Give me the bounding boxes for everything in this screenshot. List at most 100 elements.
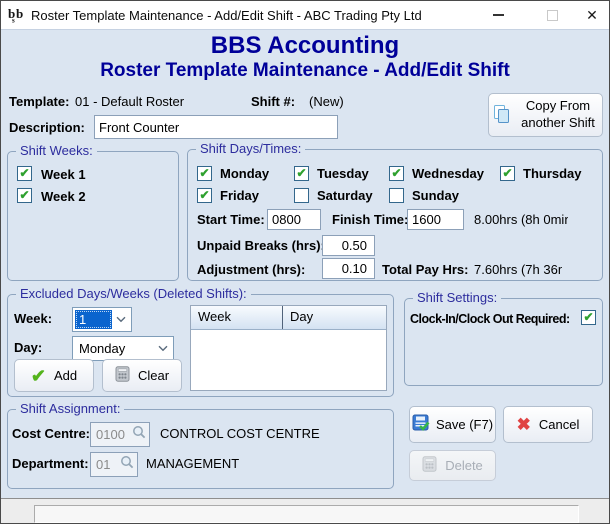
app-icon: b b s: [8, 6, 26, 28]
clock-in-out-checkbox[interactable]: [581, 310, 596, 325]
add-check-icon: ✔: [31, 367, 46, 385]
cost-centre-lookup[interactable]: 0100: [90, 422, 150, 447]
save-icon: [412, 414, 430, 435]
cancel-button[interactable]: ✖ Cancel: [503, 406, 593, 443]
svg-text:b: b: [16, 6, 23, 21]
department-lookup[interactable]: 01: [90, 452, 138, 477]
minimize-button[interactable]: [484, 1, 512, 29]
shift-number-label: Shift #:: [251, 94, 295, 109]
template-label: Template:: [9, 94, 69, 109]
wednesday-checkbox[interactable]: [389, 166, 404, 181]
clear-button-label: Clear: [138, 368, 169, 383]
days-row-2: Friday Saturday Sunday: [188, 187, 602, 204]
thursday-label: Thursday: [523, 166, 582, 181]
window-title: Roster Template Maintenance - Add/Edit S…: [31, 8, 422, 23]
delete-icon: [422, 456, 437, 475]
shift-weeks-title: Shift Weeks:: [16, 143, 97, 158]
copy-from-shift-button[interactable]: Copy From another Shift: [488, 93, 603, 137]
excluded-table-header: Week Day: [191, 306, 386, 330]
clear-icon: [115, 366, 130, 385]
thursday-checkbox[interactable]: [500, 166, 515, 181]
shift-days-times-title: Shift Days/Times:: [196, 141, 305, 156]
save-button[interactable]: Save (F7): [409, 406, 496, 443]
exclude-day-value: Monday: [79, 341, 125, 356]
cancel-x-icon: ✖: [517, 416, 531, 433]
finish-time-label: Finish Time:: [332, 212, 408, 227]
exclude-day-select[interactable]: Monday: [72, 336, 174, 361]
cost-centre-label: Cost Centre:: [12, 426, 90, 441]
exclude-week-label: Week:: [14, 311, 52, 326]
total-pay-label: Total Pay Hrs:: [382, 262, 468, 277]
template-value: 01 - Default Roster: [75, 94, 184, 109]
cost-centre-name: CONTROL COST CENTRE: [160, 426, 320, 441]
delete-button-label: Delete: [445, 458, 483, 473]
monday-checkbox[interactable]: [197, 166, 212, 181]
week2-label: Week 2: [41, 189, 86, 204]
friday-label: Friday: [220, 188, 259, 203]
total-pay-text: 7.60hrs (7h 36min): [474, 262, 562, 277]
monday-label: Monday: [220, 166, 269, 181]
delete-button[interactable]: Delete: [409, 450, 496, 481]
adjustment-input[interactable]: [322, 258, 375, 279]
shift-weeks-group: Shift Weeks: Week 1 Week 2: [7, 151, 179, 281]
days-row-1: Monday Tuesday Wednesday Thursday: [188, 165, 602, 182]
week2-checkbox[interactable]: [17, 188, 32, 203]
description-input[interactable]: [94, 115, 338, 139]
app-title: BBS Accounting: [1, 32, 609, 60]
magnifier-icon[interactable]: [120, 455, 134, 474]
saturday-label: Saturday: [317, 188, 373, 203]
department-code: 01: [96, 457, 110, 472]
exclude-week-select[interactable]: 1: [72, 307, 132, 332]
cost-centre-code: 0100: [96, 427, 125, 442]
chevron-down-icon: [158, 338, 168, 356]
maximize-icon: [547, 10, 558, 21]
excluded-shifts-table[interactable]: Week Day: [190, 305, 387, 391]
clock-in-out-label: Clock-In/Clock Out Required:: [410, 312, 570, 326]
description-label: Description:: [9, 120, 85, 135]
chevron-down-icon: [116, 309, 126, 327]
start-time-input[interactable]: [267, 209, 321, 230]
saturday-checkbox[interactable]: [294, 188, 309, 203]
shift-settings-group: Shift Settings: Clock-In/Clock Out Requi…: [404, 298, 603, 386]
department-name: MANAGEMENT: [146, 456, 239, 471]
shift-days-times-group: Shift Days/Times: Monday Tuesday Wednesd…: [187, 149, 603, 281]
shift-number-value: (New): [309, 94, 344, 109]
copy-button-label: Copy From another Shift: [517, 98, 599, 132]
dialog-window: b b s Roster Template Maintenance - Add/…: [0, 0, 610, 524]
shift-assignment-title: Shift Assignment:: [16, 401, 124, 416]
copy-icon: [492, 104, 512, 127]
adjustment-label: Adjustment (hrs):: [197, 262, 305, 277]
shift-assignment-group: Shift Assignment: Cost Centre: 0100 CONT…: [7, 409, 394, 489]
magnifier-icon[interactable]: [132, 425, 146, 444]
department-label: Department:: [12, 456, 89, 471]
finish-time-input[interactable]: [407, 209, 464, 230]
unpaid-breaks-input[interactable]: [322, 235, 375, 256]
screen-title: Roster Template Maintenance - Add/Edit S…: [1, 60, 609, 82]
exclude-week-value: 1: [75, 310, 112, 329]
maximize-button: [538, 1, 566, 29]
excluded-days-group: Excluded Days/Weeks (Deleted Shifts): We…: [7, 294, 394, 397]
minimize-icon: [493, 14, 504, 16]
sunday-label: Sunday: [412, 188, 459, 203]
shift-duration-text: 8.00hrs (8h 0min): [474, 212, 568, 227]
column-header-day: Day: [283, 306, 386, 329]
exclude-day-label: Day:: [14, 340, 42, 355]
titlebar: b b s Roster Template Maintenance - Add/…: [1, 1, 609, 29]
cancel-button-label: Cancel: [539, 417, 579, 432]
svg-text:s: s: [12, 17, 15, 24]
friday-checkbox[interactable]: [197, 188, 212, 203]
sunday-checkbox[interactable]: [389, 188, 404, 203]
background-statusbar: [34, 505, 579, 523]
week1-checkbox[interactable]: [17, 166, 32, 181]
unpaid-breaks-label: Unpaid Breaks (hrs):: [197, 238, 325, 253]
add-button-label: Add: [54, 368, 77, 383]
start-time-label: Start Time:: [197, 212, 265, 227]
add-button[interactable]: ✔ Add: [14, 359, 94, 392]
tuesday-checkbox[interactable]: [294, 166, 309, 181]
tuesday-label: Tuesday: [317, 166, 369, 181]
wednesday-label: Wednesday: [412, 166, 484, 181]
shift-settings-title: Shift Settings:: [413, 290, 501, 305]
clear-button[interactable]: Clear: [102, 359, 182, 392]
week1-label: Week 1: [41, 167, 86, 182]
close-button[interactable]: ✕: [578, 1, 606, 29]
